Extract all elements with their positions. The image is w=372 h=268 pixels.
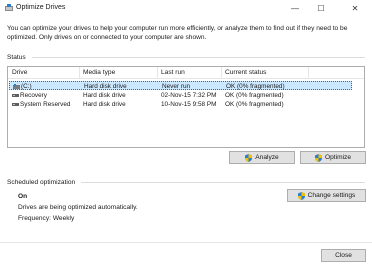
drive-name: (C:) [21, 83, 32, 90]
column-separator [157, 67, 158, 79]
media-type: Hard disk drive [84, 83, 127, 90]
column-separator [79, 67, 80, 79]
optimize-label: Optimize [324, 154, 351, 161]
column-header-last-run[interactable]: Last run [161, 69, 185, 76]
status-section-header: Status [7, 52, 365, 62]
drive-list[interactable]: Drive Media type Last run Current status… [7, 66, 365, 148]
drive-row[interactable]: (C:) Hard disk drive Never run OK (0% fr… [9, 81, 352, 90]
uac-shield-icon [314, 153, 322, 162]
scheduled-section-header: Scheduled optimization [7, 177, 365, 187]
schedule-description: Drives are being optimized automatically… [18, 204, 138, 211]
footer-divider [0, 242, 372, 243]
close-window-button[interactable]: ✕ [342, 0, 368, 16]
schedule-state: On [18, 193, 28, 200]
close-button[interactable]: Close [321, 249, 366, 262]
drive-name: System Reserved [20, 101, 71, 108]
section-divider [31, 56, 365, 58]
scheduled-optimization-label: Scheduled optimization [7, 178, 76, 186]
list-header: Drive Media type Last run Current status [8, 67, 364, 79]
media-type: Hard disk drive [83, 92, 126, 99]
title-bar: Optimize Drives — ☐ ✕ [0, 0, 372, 16]
column-separator [308, 67, 309, 79]
window-title: Optimize Drives [16, 4, 66, 11]
drive-row[interactable]: Recovery Hard disk drive 02-Nov-15 7:32 … [9, 91, 352, 100]
column-header-current-status[interactable]: Current status [225, 69, 266, 76]
change-settings-label: Change settings [307, 192, 356, 199]
minimize-button[interactable]: — [282, 0, 308, 16]
drive-row[interactable]: System Reserved Hard disk drive 10-Nov-1… [9, 100, 352, 109]
windows-drive-icon [13, 84, 20, 89]
schedule-frequency: Frequency: Weekly [18, 215, 75, 222]
change-settings-button[interactable]: Change settings [287, 189, 366, 202]
hard-drive-icon [12, 103, 19, 106]
media-type: Hard disk drive [83, 101, 126, 108]
column-separator [221, 67, 222, 79]
last-run: Never run [162, 83, 191, 90]
description-text: You can optimize your drives to help you… [7, 25, 348, 41]
current-status: OK (0% fragmented) [225, 92, 284, 99]
column-header-drive[interactable]: Drive [12, 69, 27, 76]
analyze-label: Analyze [255, 154, 279, 161]
uac-shield-icon [297, 191, 305, 200]
current-status: OK (0% fragmented) [225, 101, 284, 108]
maximize-button[interactable]: ☐ [308, 0, 334, 16]
column-header-media-type[interactable]: Media type [83, 69, 115, 76]
status-label: Status [7, 53, 26, 61]
last-run: 02-Nov-15 7:32 PM [161, 92, 217, 99]
hard-drive-icon [12, 94, 19, 97]
last-run: 10-Nov-15 9:58 PM [161, 101, 217, 108]
uac-shield-icon [245, 153, 253, 162]
analyze-button[interactable]: Analyze [229, 151, 295, 164]
optimize-button[interactable]: Optimize [300, 151, 366, 164]
close-label: Close [335, 252, 352, 259]
current-status: OK (0% fragmented) [226, 83, 285, 90]
drive-name: Recovery [20, 92, 47, 99]
section-divider [81, 181, 365, 183]
optimize-drives-app-icon [5, 4, 13, 11]
